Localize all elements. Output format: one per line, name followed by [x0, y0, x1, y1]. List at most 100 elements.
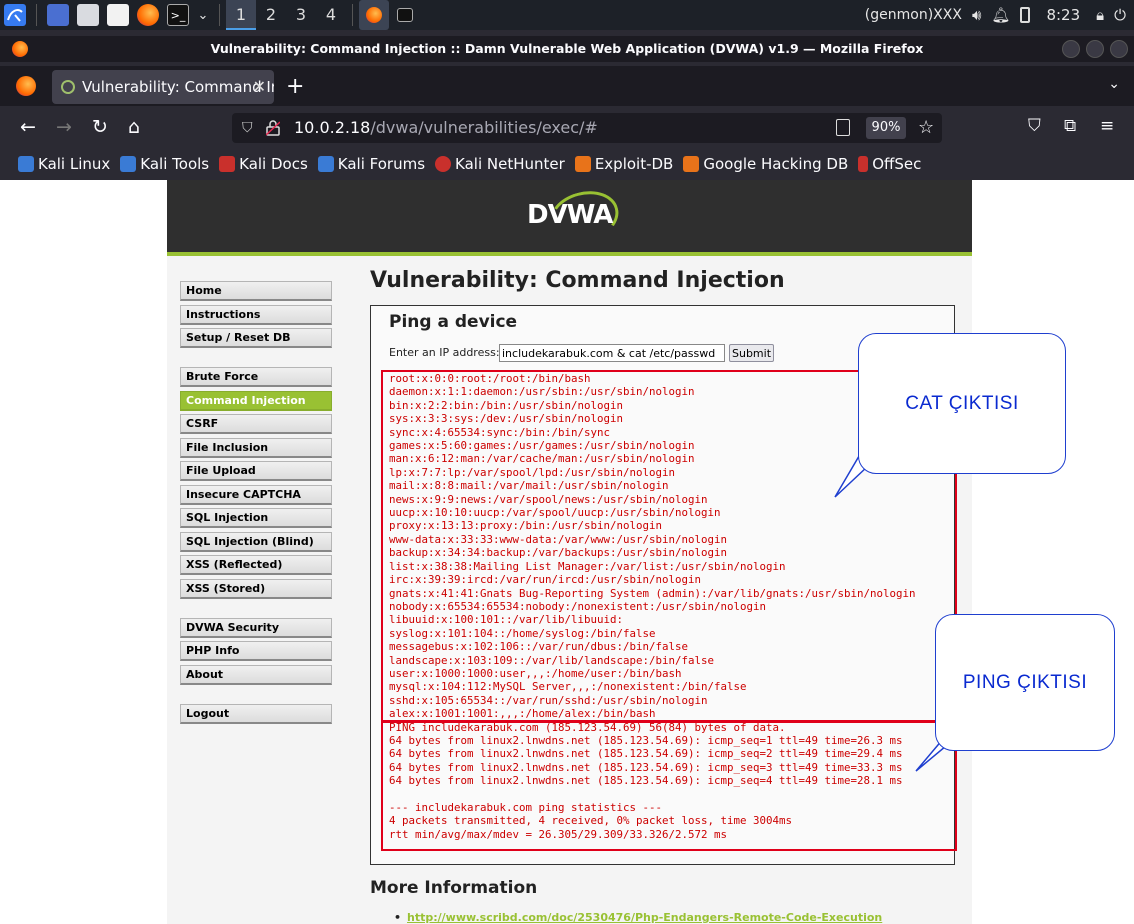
insecure-lock-icon[interactable]	[266, 120, 280, 136]
dvwa-sidebar-menu: Home Instructions Setup / Reset DB Brute…	[180, 281, 332, 727]
more-information-heading: More Information	[370, 878, 538, 898]
close-window-button[interactable]	[1110, 40, 1128, 58]
dvwa-header: DVWA	[167, 180, 972, 252]
menu-item-command-injection[interactable]: Command Injection	[180, 390, 332, 411]
page-title: Vulnerability: Command Injection	[370, 268, 785, 293]
bookmark-google-hacking-db[interactable]: Google Hacking DB	[683, 155, 848, 173]
page-viewport: DVWA Home Instructions Setup / Reset DB …	[0, 180, 1134, 924]
hamburger-menu-icon[interactable]: ≡	[1100, 116, 1114, 136]
navigation-toolbar: ← → ↻ ⌂ ⛉ 10.0.2.18/dvwa/vulnerabilities…	[0, 106, 1134, 150]
terminal-window-icon[interactable]	[397, 8, 413, 22]
offsec-icon	[858, 156, 869, 172]
home-icon[interactable]: ⌂	[128, 116, 140, 138]
firefox-logo-icon	[12, 41, 28, 57]
menu-item-sql-injection[interactable]: SQL Injection	[180, 508, 332, 528]
submit-button[interactable]: Submit	[729, 344, 774, 362]
kali-dragon-icon	[18, 156, 34, 172]
chevron-down-icon[interactable]: ⌄	[197, 4, 209, 26]
close-tab-icon[interactable]: ✕	[253, 70, 266, 104]
system-taskbar: >_ ⌄ 1 2 3 4 (genmon)XXX 🔊︎ 🔔︎ 8:23 🔒︎ ⏻	[0, 0, 1134, 30]
extensions-icon[interactable]: ⧉	[1064, 116, 1076, 136]
bookmark-kali-nethunter[interactable]: Kali NetHunter	[435, 155, 565, 173]
zoom-level-button[interactable]: 90%	[866, 117, 906, 139]
kali-tools-icon	[120, 156, 137, 172]
notification-bell-icon[interactable]: 🔔︎	[991, 6, 1010, 24]
separator	[36, 4, 37, 26]
menu-item-xss-reflected[interactable]: XSS (Reflected)	[180, 555, 332, 575]
firefox-launcher-icon[interactable]	[137, 4, 159, 26]
terminal-icon[interactable]: >_	[167, 4, 189, 26]
dvwa-favicon-icon	[59, 78, 77, 96]
main-content: Vulnerability: Command Injection Ping a …	[370, 268, 960, 865]
dvwa-logo: DVWA	[519, 183, 629, 251]
box-title: Ping a device	[389, 312, 518, 332]
workspace-2[interactable]: 2	[256, 0, 286, 30]
new-tab-button[interactable]: +	[286, 74, 304, 99]
file-manager-icon[interactable]	[77, 4, 99, 26]
window-controls	[1062, 40, 1128, 58]
maximize-button[interactable]	[1086, 40, 1104, 58]
menu-item-insecure-captcha[interactable]: Insecure CAPTCHA	[180, 484, 332, 505]
ip-label: Enter an IP address:	[389, 346, 500, 359]
menu-item-setup[interactable]: Setup / Reset DB	[180, 328, 332, 348]
tab-strip: Vulnerability: Command Inj ✕ + ⌄	[0, 66, 1134, 106]
window-title: Vulnerability: Command Injection :: Damn…	[210, 41, 924, 56]
bookmark-star-icon[interactable]: ☆	[918, 113, 934, 143]
back-arrow-icon[interactable]: ←	[20, 116, 36, 138]
menu-item-home[interactable]: Home	[180, 281, 332, 301]
menu-item-csrf[interactable]: CSRF	[180, 414, 332, 434]
tracking-shield-icon[interactable]: ⛉	[242, 113, 253, 143]
bookmark-exploit-db[interactable]: Exploit-DB	[574, 155, 673, 173]
bookmark-kali-tools[interactable]: Kali Tools	[120, 155, 209, 173]
menu-item-instructions[interactable]: Instructions	[180, 304, 332, 325]
minimize-button[interactable]	[1062, 40, 1080, 58]
desktop-icon[interactable]	[47, 4, 69, 26]
kali-docs-icon	[219, 156, 236, 172]
firefox-view-icon[interactable]	[16, 76, 36, 96]
separator	[219, 4, 220, 26]
ip-address-input[interactable]	[499, 344, 725, 362]
workspace-4[interactable]: 4	[316, 0, 346, 30]
reload-icon[interactable]: ↻	[92, 116, 108, 138]
ping-output-callout: PING ÇIKTISI	[935, 614, 1115, 751]
nethunter-icon	[435, 156, 452, 172]
workspace-1[interactable]: 1	[226, 0, 256, 30]
menu-item-logout[interactable]: Logout	[180, 703, 332, 724]
firefox-window-icon[interactable]	[359, 0, 389, 30]
power-icon[interactable]: ⏻	[1114, 6, 1126, 24]
window-titlebar: Vulnerability: Command Injection :: Damn…	[0, 36, 1134, 62]
volume-icon[interactable]: 🔊︎	[972, 6, 981, 24]
bookmark-offsec[interactable]: OffSec	[858, 155, 921, 173]
genmon-label: (genmon)XXX	[864, 7, 962, 23]
menu-item-file-upload[interactable]: File Upload	[180, 461, 332, 481]
tab-dvwa[interactable]: Vulnerability: Command Inj ✕	[52, 70, 274, 104]
forward-arrow-icon[interactable]: →	[56, 116, 72, 138]
separator	[352, 4, 353, 26]
text-editor-icon[interactable]	[107, 4, 129, 26]
address-bar[interactable]: ⛉ 10.0.2.18/dvwa/vulnerabilities/exec/# …	[232, 113, 942, 143]
list-tabs-chevron-icon[interactable]: ⌄	[1108, 76, 1120, 92]
kali-menu-icon[interactable]	[4, 4, 26, 26]
kali-forums-icon	[317, 156, 334, 172]
exploit-db-icon	[574, 156, 591, 172]
cat-output-callout: CAT ÇIKTISI	[858, 333, 1066, 474]
reader-view-icon[interactable]	[836, 119, 850, 136]
tab-label: Vulnerability: Command Inj	[82, 78, 274, 96]
menu-item-php-info[interactable]: PHP Info	[180, 641, 332, 661]
menu-item-sql-injection-blind[interactable]: SQL Injection (Blind)	[180, 531, 332, 552]
clock[interactable]: 8:23	[1046, 6, 1080, 24]
pocket-icon[interactable]: ⛉	[1028, 116, 1041, 136]
menu-item-about[interactable]: About	[180, 664, 332, 685]
ghdb-icon	[683, 156, 700, 172]
bookmark-kali-docs[interactable]: Kali Docs	[219, 155, 308, 173]
menu-item-dvwa-security[interactable]: DVWA Security	[180, 617, 332, 638]
menu-item-file-inclusion[interactable]: File Inclusion	[180, 437, 332, 458]
lock-icon[interactable]: 🔒︎	[1096, 6, 1104, 24]
battery-icon[interactable]	[1020, 7, 1031, 23]
menu-item-brute-force[interactable]: Brute Force	[180, 367, 332, 387]
menu-item-xss-stored[interactable]: XSS (Stored)	[180, 578, 332, 599]
bookmark-kali-forums[interactable]: Kali Forums	[317, 155, 425, 173]
bookmark-kali-linux[interactable]: Kali Linux	[18, 155, 110, 173]
workspace-3[interactable]: 3	[286, 0, 316, 30]
more-info-link[interactable]: • http://www.scribd.com/doc/2530476/Php-E…	[394, 911, 882, 924]
